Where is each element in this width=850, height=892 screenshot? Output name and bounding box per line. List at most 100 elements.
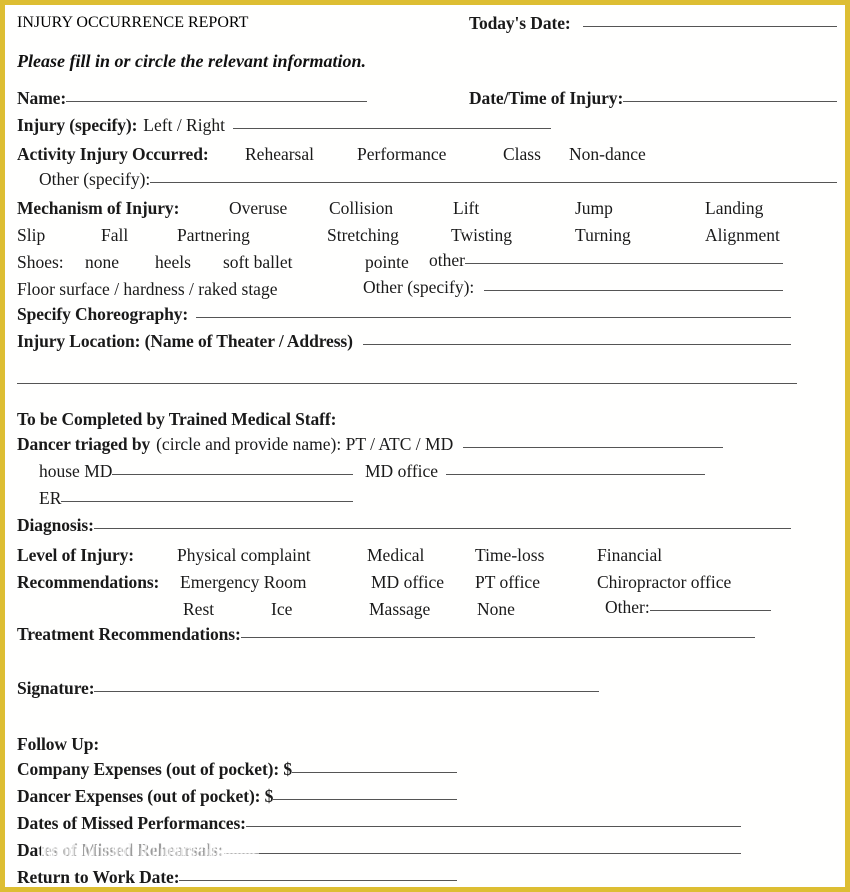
level-option-physical-complaint[interactable]: Physical complaint [177, 545, 311, 566]
mechanism-option-partnering[interactable]: Partnering [177, 225, 250, 246]
er-label: ER [39, 488, 62, 508]
mechanism-option-lift[interactable]: Lift [453, 198, 479, 219]
diagnosis-label: Diagnosis: [17, 515, 94, 535]
choreography-input-line[interactable] [196, 317, 791, 318]
todays-date-label: Today's Date: [469, 13, 571, 33]
company-expenses-row: Company Expenses (out of pocket): $ [17, 759, 457, 779]
level-option-financial[interactable]: Financial [597, 545, 662, 566]
activity-option-performance[interactable]: Performance [357, 144, 446, 165]
name-field-row: Name: [17, 88, 367, 108]
medical-staff-heading: To be Completed by Trained Medical Staff… [17, 409, 337, 429]
shoes-option-none[interactable]: none [85, 252, 119, 273]
signature-label: Signature: [17, 678, 95, 698]
missed-rehearsals-row: Dates of Missed Rehearsals: [17, 840, 741, 860]
injury-location-input-line-2[interactable] [17, 383, 797, 384]
signature-input-line[interactable] [94, 691, 599, 692]
md-office-row: MD office [365, 461, 705, 481]
mechanism-option-twisting[interactable]: Twisting [451, 225, 512, 246]
treatment-recommendations-row: Treatment Recommendations: [17, 625, 755, 644]
diagnosis-input-line[interactable] [93, 528, 791, 529]
mechanism-option-landing[interactable]: Landing [705, 198, 763, 219]
recommendation-option-chiropractor-office[interactable]: Chiropractor office [597, 572, 731, 593]
er-input-line[interactable] [61, 501, 353, 502]
choreography-row: Specify Choreography: [17, 304, 791, 324]
house-md-label: house MD [39, 461, 113, 481]
signature-row: Signature: [17, 678, 599, 698]
injury-specify-label: Injury (specify): [17, 115, 138, 135]
missed-performances-input-line[interactable] [245, 826, 741, 827]
shoes-other-input-line[interactable] [464, 263, 783, 264]
mechanism-option-jump[interactable]: Jump [575, 198, 613, 219]
injury-location-input-line[interactable] [362, 344, 791, 345]
activity-option-rehearsal[interactable]: Rehearsal [245, 144, 314, 165]
recommendation-option-pt-office[interactable]: PT office [475, 572, 540, 593]
recommendation-option-ice[interactable]: Ice [271, 599, 292, 620]
house-md-input-line[interactable] [112, 474, 353, 475]
recommendation-option-rest[interactable]: Rest [183, 599, 214, 620]
mechanism-option-slip[interactable]: Slip [17, 225, 45, 246]
floor-other-label: Other (specify): [363, 277, 475, 297]
datetime-of-injury-label: Date/Time of Injury: [469, 88, 624, 108]
level-option-medical[interactable]: Medical [367, 545, 424, 566]
datetime-of-injury-input-line[interactable] [623, 101, 837, 102]
dancer-expenses-label: Dancer Expenses (out of pocket): $ [17, 786, 274, 806]
return-to-work-row: Return to Work Date: [17, 868, 457, 887]
missed-performances-row: Dates of Missed Performances: [17, 813, 741, 833]
recommendation-option-none[interactable]: None [477, 599, 515, 620]
mechanism-option-collision[interactable]: Collision [329, 198, 393, 219]
injury-specify-input-line[interactable] [232, 128, 551, 129]
triage-row: Dancer triaged by (circle and provide na… [17, 435, 723, 454]
injury-location-second-line-wrap [17, 373, 797, 391]
form-instructions: Please fill in or circle the relevant in… [17, 51, 366, 71]
datetime-of-injury-row: Date/Time of Injury: [469, 88, 837, 108]
company-expenses-input-line[interactable] [292, 772, 457, 773]
activity-label: Activity Injury Occurred: [17, 144, 209, 164]
injury-specify-row: Injury (specify): Left / Right [17, 115, 551, 135]
missed-rehearsals-input-line[interactable] [223, 853, 741, 854]
injury-side-options[interactable]: Left / Right [143, 116, 225, 135]
dancer-expenses-row: Dancer Expenses (out of pocket): $ [17, 786, 457, 806]
md-office-input-line[interactable] [446, 474, 705, 475]
triage-name-input-line[interactable] [463, 447, 723, 448]
choreography-label: Specify Choreography: [17, 304, 189, 324]
page-title: INJURY OCCURRENCE REPORT [17, 14, 249, 31]
recommendation-option-massage[interactable]: Massage [369, 599, 430, 620]
mechanism-option-alignment[interactable]: Alignment [705, 225, 780, 246]
activity-other-input-line[interactable] [150, 182, 837, 183]
todays-date-field-row: Today's Date: [469, 13, 837, 33]
recommendation-option-md-office[interactable]: MD office [371, 572, 444, 593]
company-expenses-label: Company Expenses (out of pocket): $ [17, 759, 293, 779]
activity-other-row: Other (specify): [39, 170, 837, 189]
diagnosis-row: Diagnosis: [17, 515, 791, 535]
mechanism-option-fall[interactable]: Fall [101, 225, 128, 246]
floor-other-input-line[interactable] [484, 290, 783, 291]
triage-label-rest[interactable]: (circle and provide name): PT / ATC / MD [156, 435, 453, 454]
shoes-option-pointe[interactable]: pointe [365, 252, 409, 273]
treatment-recommendations-input-line[interactable] [240, 637, 755, 638]
name-input-line[interactable] [66, 101, 367, 102]
mechanism-option-stretching[interactable]: Stretching [327, 225, 399, 246]
floor-other-row: Other (specify): [363, 277, 783, 297]
recommendation-option-emergency-room[interactable]: Emergency Room [180, 572, 307, 593]
missed-rehearsals-label: Dates of Missed Rehearsals: [17, 840, 224, 860]
follow-up-heading: Follow Up: [17, 734, 100, 754]
shoes-option-soft-ballet[interactable]: soft ballet [223, 252, 293, 273]
md-office-label: MD office [365, 461, 439, 481]
return-to-work-input-line[interactable] [179, 880, 457, 881]
mechanism-option-overuse[interactable]: Overuse [229, 198, 287, 219]
shoes-option-heels[interactable]: heels [155, 252, 191, 273]
shoes-label: Shoes: [17, 252, 64, 272]
level-option-time-loss[interactable]: Time-loss [475, 545, 544, 566]
todays-date-input-line[interactable] [582, 26, 837, 27]
recommendation-other-input-line[interactable] [649, 610, 771, 611]
activity-option-class[interactable]: Class [503, 144, 541, 165]
activity-option-non-dance[interactable]: Non-dance [569, 144, 646, 165]
recommendation-other-row: Other: [605, 598, 771, 617]
missed-performances-label: Dates of Missed Performances: [17, 813, 246, 833]
name-label: Name: [17, 88, 67, 108]
mechanism-option-turning[interactable]: Turning [575, 225, 631, 246]
shoes-other-row: other [429, 251, 783, 270]
dancer-expenses-input-line[interactable] [273, 799, 457, 800]
injury-location-row: Injury Location: (Name of Theater / Addr… [17, 332, 791, 351]
floor-surface-label[interactable]: Floor surface / hardness / raked stage [17, 279, 277, 300]
